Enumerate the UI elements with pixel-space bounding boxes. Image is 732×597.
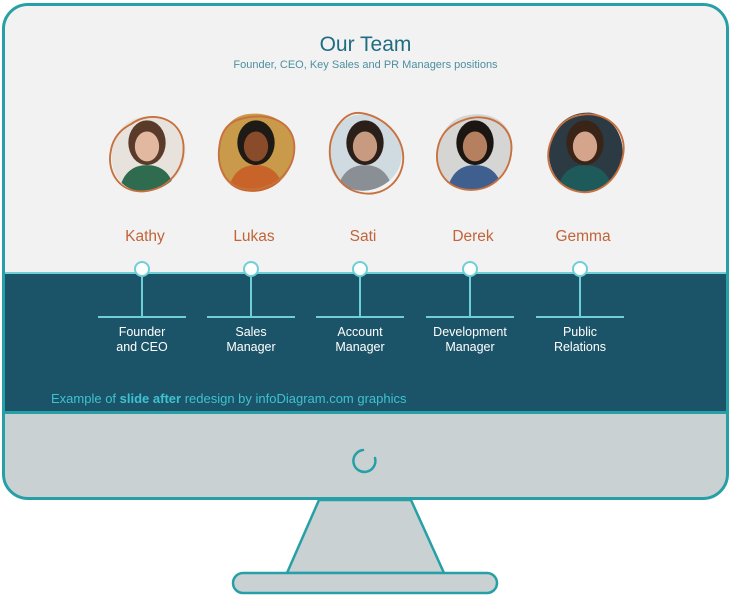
member-name: Kathy <box>125 228 165 245</box>
timeline-stem <box>359 277 361 317</box>
portrait-man-orange-jacket <box>217 113 296 192</box>
footer-suffix: redesign by infoDiagram.com graphics <box>181 391 407 406</box>
role-line-1: Public <box>562 325 598 339</box>
member-name: Gemma <box>555 228 611 245</box>
footer-prefix: Example of <box>51 391 120 406</box>
role-line-1: Founder <box>118 325 166 339</box>
portrait-woman-long-hair <box>547 112 625 194</box>
member-role: Sales Manager <box>196 325 306 355</box>
slide-title: Our Team <box>319 33 412 56</box>
timeline-node <box>462 261 478 277</box>
footer-caption: Example of slide after redesign by infoD… <box>51 391 407 406</box>
timeline-node <box>572 261 588 277</box>
monitor-base <box>231 571 499 595</box>
role-line-2: Manager <box>226 340 276 354</box>
timeline-node <box>134 261 150 277</box>
member-name: Sati <box>349 228 377 245</box>
timeline-stem <box>141 277 143 317</box>
portrait-man-blue-tshirt <box>436 114 513 191</box>
timeline-bar <box>98 316 186 318</box>
role-line-1: Development <box>433 325 507 339</box>
timeline-node <box>243 261 259 277</box>
role-line-2: Manager <box>335 340 385 354</box>
timeline-bar <box>426 316 514 318</box>
member-name: Lukas <box>233 228 275 245</box>
timeline-stem <box>250 277 252 317</box>
power-ring-icon <box>352 448 377 474</box>
role-line-1: Account <box>337 325 383 339</box>
role-line-2: Relations <box>553 340 607 354</box>
monitor-frame: Our Team Founder, CEO, Key Sales and PR … <box>2 3 729 500</box>
role-line-1: Sales <box>235 325 267 339</box>
timeline-node <box>352 261 368 277</box>
timeline-bar <box>207 316 295 318</box>
footer-bold: slide after <box>119 391 182 406</box>
role-line-2: Manager <box>445 340 495 354</box>
member-name: Derek <box>452 228 494 245</box>
timeline-bar <box>316 316 404 318</box>
member-role: Founder and CEO <box>87 325 197 355</box>
member-role: Public Relations <box>525 325 635 355</box>
slide-subtitle: Founder, CEO, Key Sales and PR Managers … <box>233 59 498 71</box>
timeline-bar <box>536 316 624 318</box>
portrait-woman-glasses <box>328 111 405 195</box>
member-role: Account Manager <box>305 325 415 355</box>
role-line-2: and CEO <box>116 340 168 354</box>
timeline-stem <box>469 277 471 317</box>
member-role: Development Manager <box>415 325 525 355</box>
portrait-woman-curly-hair <box>109 116 186 193</box>
timeline-stem <box>579 277 581 317</box>
